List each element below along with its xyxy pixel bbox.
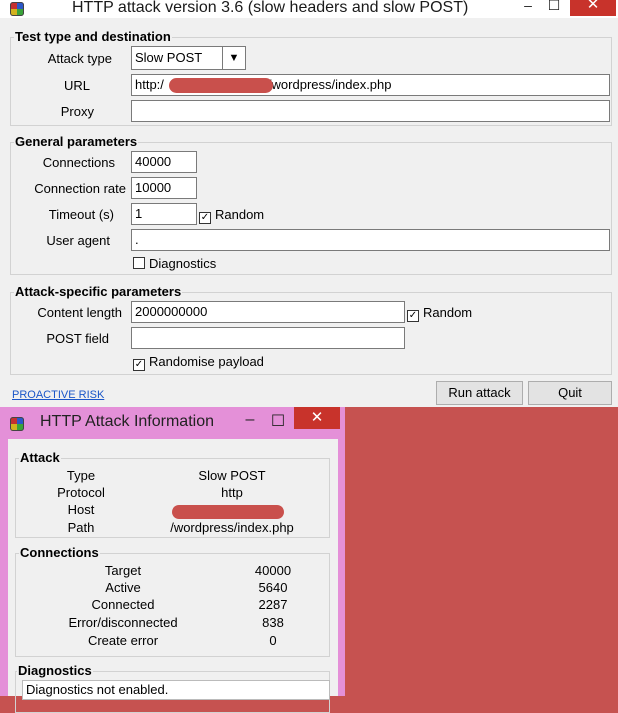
connected-label: Connected [91,597,155,612]
protocol-value: http [221,485,243,500]
type-value: Slow POST [198,468,266,483]
connection-rate-field[interactable]: 10000 [131,177,197,199]
maximize-button[interactable]: ☐ [544,0,564,14]
proxy-label: Proxy [60,104,94,119]
diagnostics-info-legend: Diagnostics [17,663,93,678]
proxy-field[interactable] [131,100,610,122]
randomise-payload-checkbox[interactable]: ✓ Randomise payload [133,354,264,371]
error-disconnected-label: Error/disconnected [68,615,178,630]
run-attack-button[interactable]: Run attack [436,381,523,405]
timeout-field[interactable]: 1 [131,203,197,225]
info-minimize-button[interactable]: – [240,411,260,429]
minimize-button[interactable]: – [518,0,538,13]
timeout-random-checkbox[interactable]: ✓ Random [199,207,264,224]
app-icon [10,2,24,16]
url-prefix: http:/ [135,77,164,92]
proactive-risk-link[interactable]: PROACTIVE RISK [12,389,104,401]
chevron-down-icon[interactable]: ▼ [222,47,245,69]
diagnostics-checkbox[interactable]: Diagnostics [133,256,216,271]
info-window-body: Attack Type Slow POST Protocol http Host… [8,439,338,713]
connections-info-legend: Connections [19,545,100,560]
timeout-label: Timeout (s) [48,207,114,222]
create-error-value: 0 [269,633,277,648]
randomise-payload-label: Randomise payload [149,354,264,369]
type-label: Type [66,468,96,483]
redaction-mark [169,78,273,93]
info-window-title: HTTP Attack Information [40,413,214,430]
error-disconnected-value: 838 [262,615,284,630]
close-button[interactable]: ✕ [570,0,616,16]
checkbox-checked-icon: ✓ [407,310,419,322]
path-value: /wordpress/index.php [170,520,294,535]
content-length-random-label: Random [423,305,473,320]
general-parameters-legend: General parameters [14,134,139,149]
target-value: 40000 [254,563,292,578]
content-length-field[interactable]: 2000000000 [131,301,405,323]
redaction-mark [172,505,284,519]
connections-label: Connections [42,155,115,170]
checkbox-checked-icon: ✓ [199,212,211,224]
app-icon [10,417,24,431]
diagnostics-output: Diagnostics not enabled. [22,680,330,700]
active-value: 5640 [258,580,288,595]
attack-info-legend: Attack [19,450,61,465]
protocol-label: Protocol [57,485,105,500]
checkbox-checked-icon: ✓ [133,359,145,371]
user-agent-label: User agent [46,233,110,248]
create-error-label: Create error [87,633,159,648]
url-label: URL [63,78,90,93]
quit-button[interactable]: Quit [528,381,612,405]
attack-type-value: Slow POST [135,50,203,65]
user-agent-field[interactable]: . [131,229,610,251]
main-window-title: HTTP attack version 3.6 (slow headers an… [72,0,469,16]
main-window: HTTP attack version 3.6 (slow headers an… [0,0,618,407]
url-suffix: /wordpress/index.php [267,77,392,92]
info-window: HTTP Attack Information – ☐ ✕ Attack Typ… [0,407,345,713]
post-field-label: POST field [46,331,109,346]
target-label: Target [104,563,142,578]
active-label: Active [105,580,141,595]
attack-type-select[interactable]: Slow POST ▼ [131,46,246,70]
main-title-bar: HTTP attack version 3.6 (slow headers an… [0,0,618,18]
connected-value: 2287 [258,597,288,612]
test-type-legend: Test type and destination [14,29,172,44]
content-length-label: Content length [37,305,122,320]
content-length-random-checkbox[interactable]: ✓ Random [407,305,472,322]
info-close-button[interactable]: ✕ [294,407,340,429]
path-label: Path [67,520,95,535]
checkbox-unchecked-icon [133,257,145,269]
attack-specific-legend: Attack-specific parameters [14,284,183,299]
info-maximize-button[interactable]: ☐ [268,411,288,431]
attack-type-label: Attack type [47,51,112,66]
timeout-random-label: Random [215,207,265,222]
diagnostics-label: Diagnostics [149,256,217,271]
connections-field[interactable]: 40000 [131,151,197,173]
post-field-input[interactable] [131,327,405,349]
connection-rate-label: Connection rate [34,181,126,196]
host-label: Host [67,502,95,517]
